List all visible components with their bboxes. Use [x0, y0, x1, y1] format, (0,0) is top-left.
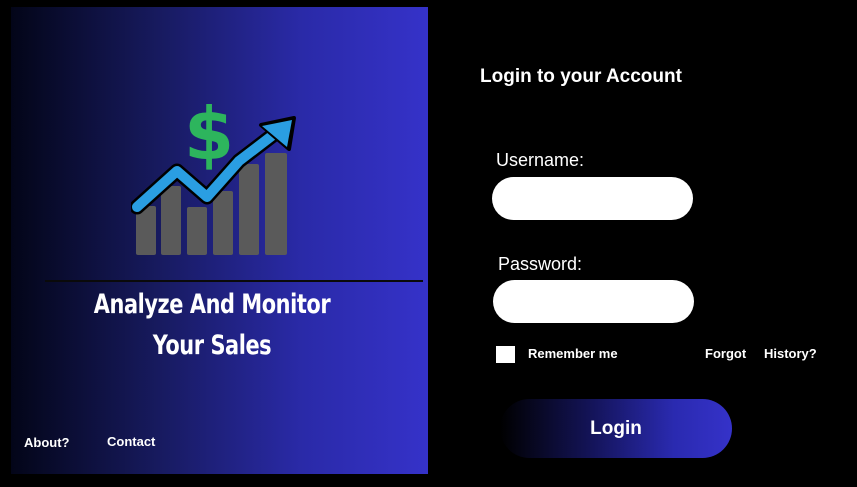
tagline-line-1: Analyze And Monitor	[93, 289, 331, 320]
login-page: $ Analyze And Monitor Your Sales About? …	[0, 0, 857, 487]
username-input[interactable]	[492, 177, 693, 220]
hero-tagline: Analyze And Monitor Your Sales	[80, 284, 343, 366]
remember-me-label: Remember me	[528, 346, 618, 361]
username-label: Username:	[496, 150, 585, 170]
hero-panel: $ Analyze And Monitor Your Sales About? …	[11, 7, 428, 474]
sales-growth-logo-icon: $	[131, 92, 296, 255]
remember-me-checkbox[interactable]	[496, 346, 515, 363]
svg-text:$: $	[184, 92, 234, 176]
contact-link[interactable]: Contact	[107, 434, 155, 449]
login-button[interactable]: Login	[500, 399, 732, 458]
forgot-link[interactable]: Forgot	[705, 346, 746, 361]
hero-divider	[45, 280, 423, 282]
history-link[interactable]: History?	[764, 346, 817, 361]
about-link[interactable]: About?	[24, 435, 69, 450]
login-title: Login to your Account	[480, 66, 682, 87]
password-label: Password:	[498, 254, 583, 274]
tagline-line-2: Your Sales	[152, 330, 272, 361]
password-input[interactable]	[493, 280, 694, 323]
